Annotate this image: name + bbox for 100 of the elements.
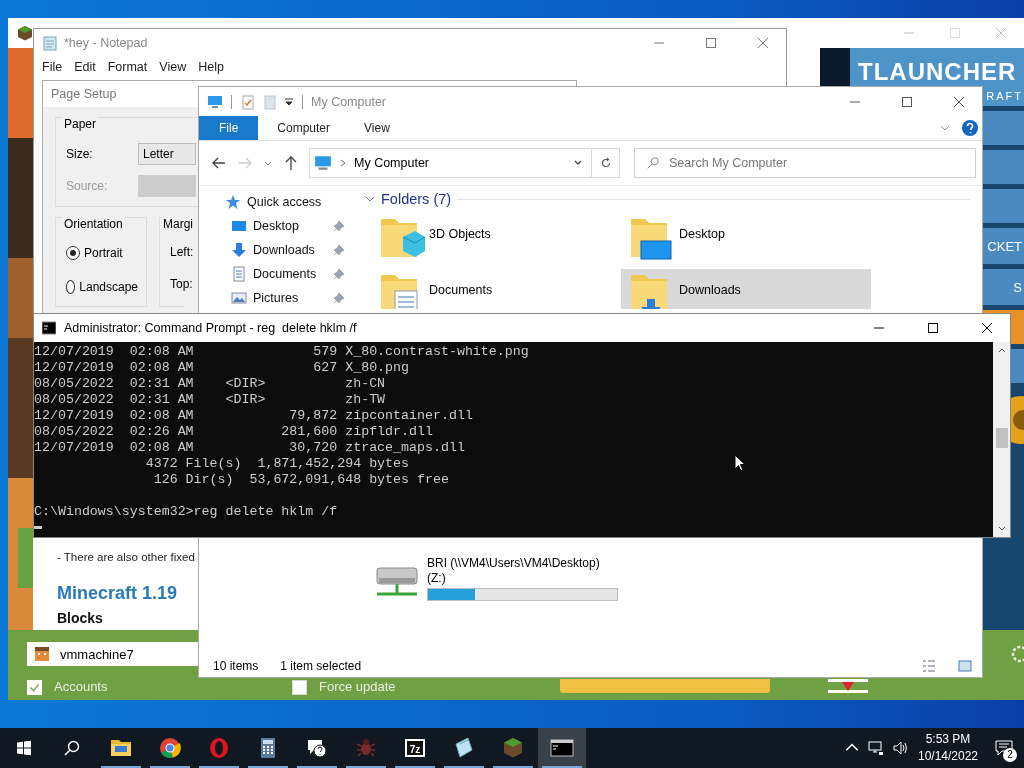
nav-item[interactable]: Desktop [225,214,349,238]
star-icon [225,194,241,210]
section-header[interactable]: Folders (7) [381,191,452,207]
taskbar-app[interactable]: 7z [391,728,439,768]
menu-item[interactable]: View [153,60,193,74]
radio-label: Landscape [79,280,138,294]
taskbar-app[interactable] [538,728,586,768]
pin-icon[interactable] [333,268,345,280]
radio-button[interactable] [66,246,80,260]
nav-item[interactable]: Downloads [225,238,349,262]
back-arrow-icon[interactable] [211,155,227,171]
large-icons-view-icon[interactable] [958,659,972,673]
network-icon[interactable] [868,740,884,756]
download-arrow-icon [231,242,247,258]
radio-button[interactable] [66,280,76,294]
window-title: My Computer [311,94,387,109]
chevron-right-icon[interactable] [338,158,348,168]
pin-icon[interactable] [333,220,345,232]
menu-item[interactable]: Help [192,60,230,74]
username-field[interactable]: vmmachine7 [27,642,200,666]
group-label: Paper [62,117,99,131]
status-text: 1 item selected [280,659,362,673]
sidebar-item[interactable]: CKET [983,228,1024,264]
menu-item[interactable]: Edit [68,60,102,74]
console-line: 08/05/2022 02:26 AM 281,600 zipfldr.dll [34,424,433,440]
launcher-logo-text: TLAUNCHER [858,58,1017,86]
pin-icon[interactable] [333,244,345,256]
ring-logo-icon [207,736,231,760]
group-label: Orientation [62,217,125,231]
document-icon [231,266,247,282]
folder-item[interactable]: 3D Objects [371,213,621,269]
nav-item[interactable]: Quick access [225,190,349,214]
address-bar[interactable]: My Computer [309,148,592,178]
maximize-icon [706,37,716,48]
console-line: C:\Windows\system32>reg delete hklm /f [34,504,338,520]
console-line: 08/05/2022 02:31 AM <DIR> zh-TW [34,392,386,408]
nav-item[interactable]: Pictures [225,286,349,310]
notepad-icon [452,736,476,760]
scrollbar-thumb[interactable] [995,428,1008,448]
group-label: Margi [162,217,194,231]
field-label: Size: [66,147,94,161]
caret-icon[interactable] [284,96,294,107]
maximize-icon [950,28,960,38]
notification-button[interactable]: 2 [984,728,1024,768]
folder-item[interactable]: Desktop [621,213,871,269]
console-line: 126 Dir(s) 53,672,091,648 bytes free [152,472,449,488]
maximize-icon [902,96,912,107]
news-text: - There are also other fixed [57,551,195,563]
checkbox-label: Accounts [54,679,108,695]
ribbon-tab[interactable]: File [199,116,259,140]
maximize-icon [928,323,938,333]
properties-icon[interactable] [240,93,256,110]
sidebar-item[interactable]: S [983,269,1024,305]
drive-letter: (Z:) [427,571,446,586]
console-line: 12/07/2019 02:08 AM 30,720 ztrace_maps.dll [34,440,465,456]
nav-item[interactable]: Documents [225,262,349,286]
text-cursor [34,526,42,529]
ribbon-tab[interactable]: View [349,116,405,140]
search-icon [646,156,660,170]
menu-item[interactable]: Format [101,60,154,74]
clock[interactable]: 5:53 PM 10/14/2022 [912,731,984,765]
up-arrow-icon[interactable] [283,155,299,171]
window-title: Administrator: Command Prompt - reg delete hklm /f [64,321,357,335]
scrollbar[interactable] [993,342,1010,537]
ribbon-tab[interactable]: Computer [262,116,346,140]
archive-icon: 7z [403,736,427,760]
news-subheading: Blocks [57,610,103,626]
console-line: 12/07/2019 02:08 AM 627 X_80.png [34,360,410,376]
radio-label: Portrait [84,246,123,260]
settings-icon[interactable] [1010,644,1024,664]
checkbox[interactable] [292,679,307,695]
drive-name[interactable]: BRI (\\VM4\Users\VM4\Desktop) [427,556,600,571]
console-icon [550,736,574,760]
computer-icon [314,154,332,172]
console-icon [42,321,56,335]
grass-block-icon [501,736,525,760]
field-label: Source: [66,179,109,193]
search-field[interactable]: Search My Computer [634,148,976,178]
chevron-down-icon[interactable] [365,194,375,204]
console-line: 12/07/2019 02:08 AM 79,872 zipcontainer.dll [34,408,473,424]
field-label: Left: [170,245,194,259]
menu-item[interactable]: File [36,60,69,74]
desktop-icon [231,218,247,234]
console-line: 08/05/2022 02:31 AM <DIR> zh-CN [34,376,386,392]
notification-count: 2 [1003,748,1017,762]
volume-icon[interactable] [892,740,908,756]
pointer-icon [734,454,746,472]
close-icon [996,28,1006,38]
pin-icon[interactable] [333,292,345,304]
checkbox-label: Force update [319,679,396,695]
folder-item[interactable]: Downloads [621,269,871,309]
close-icon [982,323,992,333]
avatar-icon [34,646,50,662]
message-icon [995,739,1013,757]
size-dropdown[interactable]: Letter [138,143,196,165]
details-view-icon[interactable] [922,659,936,673]
mods-logo-icon[interactable] [828,679,868,693]
refresh-button[interactable] [592,148,620,178]
computer-icon[interactable] [207,93,223,110]
help-icon[interactable] [962,120,978,136]
